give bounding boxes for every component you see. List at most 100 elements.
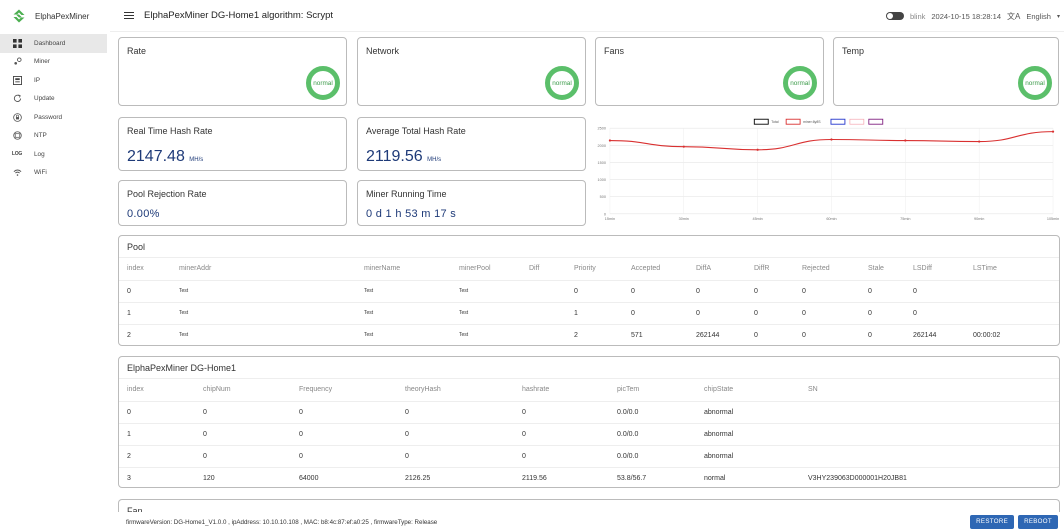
table-row: 1 Test Test Test 1 0 0 0 0 0 0 [119,302,1059,325]
table-cell: 2 [127,331,131,339]
sidebar-item-password[interactable]: Password [0,108,110,127]
table-cell: abnormal [696,423,800,446]
table-cell: 0 [905,302,965,325]
network-card: Network normal [357,37,586,106]
table-cell: 00:00:02 [973,331,1001,339]
logo-icon [13,9,25,23]
sidebar-item-wifi[interactable]: WiFi [0,164,110,183]
table-cell: 0 [860,302,905,325]
top-right-tools: blink 2024-10-15 18:28:14 文A English ▾ [885,0,1060,32]
table-cell: 0 [794,280,860,303]
column-header: DiffR [746,258,794,281]
password-icon [12,112,22,122]
menu-toggle-icon[interactable] [124,10,134,22]
column-header: minerPool [451,258,521,281]
sidebar-item-log[interactable]: LOG Log [0,145,110,164]
sidebar-nav: Dashboard Miner IP Update Password NTP LOG Log W… [0,34,110,182]
y-tick-label: 1500 [598,161,606,165]
sidebar-item-miner[interactable]: Miner [0,53,110,72]
sidebar-item-ntp[interactable]: NTP [0,127,110,146]
table-cell: 0 [195,445,291,468]
language-icon[interactable]: 文A [1007,11,1020,22]
data-point [978,140,981,143]
column-header: Stale [860,258,905,281]
table-cell [521,280,566,303]
sidebar-item-ip[interactable]: IP [0,71,110,90]
status-badge: normal [783,66,817,100]
table-cell: 2 [119,445,195,468]
firmware-info: firmwareVersion: DG-Home1_V1.0.0 , ipAdd… [126,518,438,526]
table-row: 3 120 64000 2126.25 2119.56 53.8/56.7 normal V3… [119,467,1059,489]
column-header: minerAddr [171,258,356,281]
y-tick-label: 2000 [598,144,606,148]
table-cell: 0 [905,280,965,303]
footer: firmwareVersion: DG-Home1_V1.0.0 , ipAdd… [118,512,1060,532]
legend-swatch [849,118,865,125]
card-title: Miner Running Time [366,189,447,199]
legend-swatch [868,118,884,125]
language-select[interactable]: English [1026,12,1051,21]
table-cell: 0 [291,423,397,446]
table-cell [800,445,1059,468]
x-tick-label: 90min [974,217,984,221]
section-title: ElphaPexMiner DG-Home1 [119,357,1059,379]
data-point [830,138,833,141]
y-tick-label: 2500 [598,127,606,131]
log-icon: LOG [11,151,23,158]
table-cell: 0 [623,302,688,325]
restore-button[interactable]: RESTORE [970,515,1015,529]
brand-row: ElphaPexMiner [0,0,110,32]
column-header: minerName [356,258,451,281]
page-title: ElphaPexMiner DG-Home1 algorithm: Scrypt [144,10,334,21]
sidebar-item-update[interactable]: Update [0,90,110,109]
card-title: Pool Rejection Rate [127,189,207,199]
table-cell: Test [171,280,356,303]
table-cell: abnormal [696,445,800,468]
card-title: Network [366,46,400,56]
x-tick-label: 75min [900,217,910,221]
table-cell: abnormal [696,401,800,424]
miner-chip-table: index chipNum Frequency theoryHash hashrate p… [119,379,1059,489]
data-point [904,139,907,142]
table-cell: 0 [291,445,397,468]
data-point [756,148,759,151]
card-title: Real Time Hash Rate [127,126,213,136]
reboot-button[interactable]: REBOOT [1018,515,1058,529]
table-cell: normal [704,474,726,482]
table-cell: Test [171,302,356,325]
column-header: SN [800,379,1059,402]
section-title: Pool [119,236,1059,258]
table-cell: 0.0/0.0 [609,423,696,446]
table-cell: 0 [754,331,758,339]
realtime-hashrate-value: 2147.48 MH/s [127,148,204,165]
blink-toggle[interactable] [885,12,904,20]
table-cell [800,401,1059,424]
table-cell: 262144 [913,331,937,339]
sidebar-item-dashboard[interactable]: Dashboard [0,34,107,53]
sidebar-item-label: Log [34,150,45,158]
pool-table: index minerAddr minerName minerPool Diff Prio… [119,258,1059,346]
table-cell: 0 [794,302,860,325]
rejection-rate-value: 0.00% [127,208,160,220]
sidebar: ElphaPexMiner Dashboard Miner IP Update Pass… [0,0,110,532]
x-tick-label: 30min [679,217,689,221]
table-cell: 262144 [696,331,720,339]
x-tick-label: 15min [605,217,615,221]
column-header: picTem [609,379,696,402]
table-row: 2 Test Test Test 2 571 262144 0 0 0 262144 00:00:02 [119,324,1059,346]
column-header: chipNum [195,379,291,402]
footer-actions: RESTORE REBOOT [970,515,1058,529]
table-cell: 0 [746,302,794,325]
table-cell: 1 [119,302,171,325]
table-cell: 3 [127,474,131,482]
sidebar-item-label: Dashboard [34,39,66,47]
table-cell: 0.0/0.0 [609,445,696,468]
table-cell: 0 [868,331,872,339]
chevron-down-icon[interactable]: ▾ [1057,13,1060,20]
sidebar-item-label: Password [34,113,63,121]
table-cell: 0 [802,331,806,339]
x-tick-label: 45min [752,217,762,221]
table-row: 1 0 0 0 0 0.0/0.0 abnormal [119,423,1059,446]
table-cell: 0 [397,445,514,468]
column-header: LSTime [965,258,1059,281]
